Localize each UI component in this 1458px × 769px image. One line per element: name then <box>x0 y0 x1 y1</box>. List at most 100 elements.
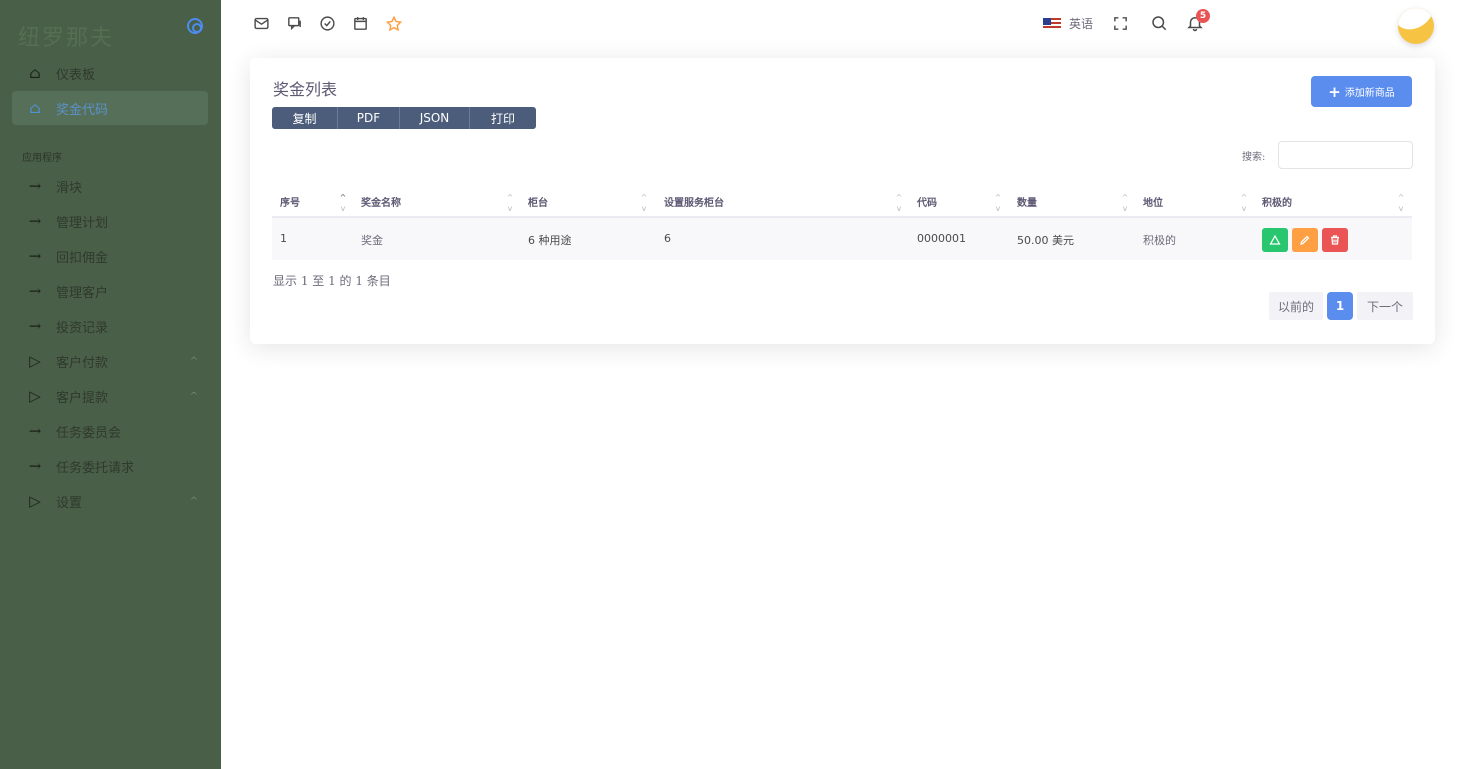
sort-icon[interactable]: ^ v <box>1120 192 1130 216</box>
fullscreen-icon[interactable] <box>1112 15 1129 36</box>
cell-amount: 50.00 美元 <box>1017 234 1074 247</box>
search-icon[interactable] <box>1150 14 1168 36</box>
activate-button[interactable] <box>1262 228 1288 252</box>
sidebar-toggle-icon[interactable] <box>187 18 203 34</box>
sidebar-item-label: 客户提款 <box>56 390 109 406</box>
sidebar-item-settings[interactable]: ▷ 设置 ^ <box>12 484 208 518</box>
sidebar-item-label: 客户付款 <box>56 355 109 371</box>
pagination-next[interactable]: 下一个 <box>1357 292 1413 320</box>
us-flag-icon <box>1043 17 1061 30</box>
sort-icon[interactable]: ^ v <box>1396 192 1406 216</box>
sort-icon[interactable]: ^ v <box>993 192 1003 216</box>
star-icon[interactable] <box>384 14 403 33</box>
brand-logo[interactable]: 纽罗那夫 <box>18 20 114 52</box>
cell-status: 积极的 <box>1143 234 1176 247</box>
play-icon: ▷ <box>29 387 41 405</box>
pdf-button[interactable]: PDF <box>338 107 400 129</box>
arrow-right-icon: → <box>28 212 42 230</box>
search-input[interactable] <box>1278 141 1413 169</box>
cell-service-counter: 6 <box>664 232 671 245</box>
sidebar-item-task-committee[interactable]: → 任务委员会 <box>12 414 208 448</box>
calendar-icon[interactable] <box>351 14 370 33</box>
bonus-list-card: 奖金列表 复制 PDF JSON 打印 + 添加新商品 搜索: 序号 ^ v 奖金… <box>250 58 1435 344</box>
chevron-up-icon: ^ <box>189 355 198 367</box>
cell-name: 奖金 <box>361 234 383 247</box>
plus-icon: + <box>1328 82 1341 101</box>
sidebar-item-dashboard[interactable]: ⌂ 仪表板 <box>12 56 208 90</box>
language-switcher[interactable]: 英语 <box>1043 15 1093 32</box>
sort-icon[interactable]: ^ v <box>639 192 649 216</box>
arrow-right-icon: → <box>28 282 42 300</box>
column-header-amount[interactable]: 数量 <box>1017 194 1037 209</box>
search-label: 搜索: <box>1242 152 1266 163</box>
home-icon: ⌂ <box>29 99 41 117</box>
export-button-group: 复制 PDF JSON 打印 <box>272 107 536 129</box>
trash-icon <box>1331 235 1339 245</box>
arrow-right-icon: → <box>28 177 42 195</box>
sidebar-item-label: 滑块 <box>56 180 83 196</box>
sidebar-item-slider[interactable]: → 滑块 <box>12 169 208 203</box>
edit-button[interactable] <box>1292 228 1318 252</box>
delete-button[interactable] <box>1322 228 1348 252</box>
triangle-icon <box>1269 234 1281 245</box>
print-button[interactable]: 打印 <box>470 107 536 129</box>
chat-icon[interactable] <box>285 14 304 33</box>
sidebar-item-label: 任务委员会 <box>56 425 122 441</box>
pagination-previous[interactable]: 以前的 <box>1269 292 1323 320</box>
home-icon: ⌂ <box>29 64 41 82</box>
column-header-service-counter[interactable]: 设置服务柜台 <box>664 194 724 209</box>
sidebar-item-label: 管理客户 <box>56 285 109 301</box>
arrow-right-icon: → <box>28 422 42 440</box>
sidebar-item-customer-withdrawals[interactable]: ▷ 客户提款 ^ <box>12 379 208 413</box>
chevron-up-icon: ^ <box>189 390 198 402</box>
sidebar-item-customer-payments[interactable]: ▷ 客户付款 ^ <box>12 344 208 378</box>
add-new-item-button[interactable]: + 添加新商品 <box>1311 76 1412 107</box>
topbar-shortcuts <box>252 14 403 33</box>
sidebar-item-label: 奖金代码 <box>56 102 109 118</box>
sort-icon[interactable]: ^ v <box>505 192 515 216</box>
cell-code: 0000001 <box>917 232 966 245</box>
sidebar-item-label: 设置 <box>56 495 83 511</box>
sidebar-item-manage-customers[interactable]: → 管理客户 <box>12 274 208 308</box>
sort-icon[interactable]: ^ v <box>1239 192 1249 216</box>
pagination-page-1[interactable]: 1 <box>1327 292 1353 320</box>
table-row: 1 奖金 6 种用途 6 0000001 50.00 美元 积极的 <box>272 218 1412 260</box>
sidebar-item-manage-plans[interactable]: → 管理计划 <box>12 204 208 238</box>
cell-counter: 6 种用途 <box>528 234 572 247</box>
sidebar-item-label: 回扣佣金 <box>56 250 109 266</box>
table-header: 序号 ^ v 奖金名称 ^ v 柜台 ^ v 设置服务柜台 ^ v 代码 ^ v 数量 ^… <box>272 188 1412 218</box>
column-header-counter[interactable]: 柜台 <box>528 194 548 209</box>
column-header-code[interactable]: 代码 <box>917 194 937 209</box>
sidebar-item-label: 管理计划 <box>56 215 109 231</box>
check-circle-icon[interactable] <box>318 14 337 33</box>
column-header-active[interactable]: 积极的 <box>1262 194 1292 209</box>
arrow-right-icon: → <box>28 317 42 335</box>
pencil-icon <box>1300 235 1310 245</box>
notification-badge: 5 <box>1196 9 1210 23</box>
play-icon: ▷ <box>29 492 41 510</box>
page-title: 奖金列表 <box>273 80 338 99</box>
column-header-status[interactable]: 地位 <box>1143 194 1163 209</box>
sidebar-item-label: 仪表板 <box>56 67 96 83</box>
sidebar-item-task-requests[interactable]: → 任务委托请求 <box>12 449 208 483</box>
sort-icon[interactable]: ^ v <box>894 192 904 216</box>
sidebar-item-bonus-code[interactable]: ⌂ 奖金代码 <box>12 91 208 125</box>
language-label: 英语 <box>1069 17 1094 31</box>
avatar[interactable] <box>1398 8 1434 44</box>
arrow-right-icon: → <box>28 247 42 265</box>
column-header-name[interactable]: 奖金名称 <box>361 194 401 209</box>
play-icon: ▷ <box>29 352 41 370</box>
add-button-label: 添加新商品 <box>1344 88 1395 99</box>
sidebar-item-label: 投资记录 <box>56 320 109 336</box>
sidebar-item-label: 任务委托请求 <box>56 460 135 476</box>
column-header-no[interactable]: 序号 <box>280 194 300 209</box>
sidebar-item-investment-records[interactable]: → 投资记录 <box>12 309 208 343</box>
chevron-up-icon: ^ <box>189 495 198 507</box>
sidebar-section-label: 应用程序 <box>22 153 62 164</box>
sidebar-item-rebate[interactable]: → 回扣佣金 <box>12 239 208 273</box>
mail-icon[interactable] <box>252 14 271 33</box>
sort-icon[interactable]: ^ v <box>338 192 348 216</box>
copy-button[interactable]: 复制 <box>272 107 338 129</box>
json-button[interactable]: JSON <box>400 107 470 129</box>
sidebar: 纽罗那夫 ⌂ 仪表板 ⌂ 奖金代码 应用程序 → 滑块 → 管理计划 → 回扣佣… <box>0 0 221 769</box>
